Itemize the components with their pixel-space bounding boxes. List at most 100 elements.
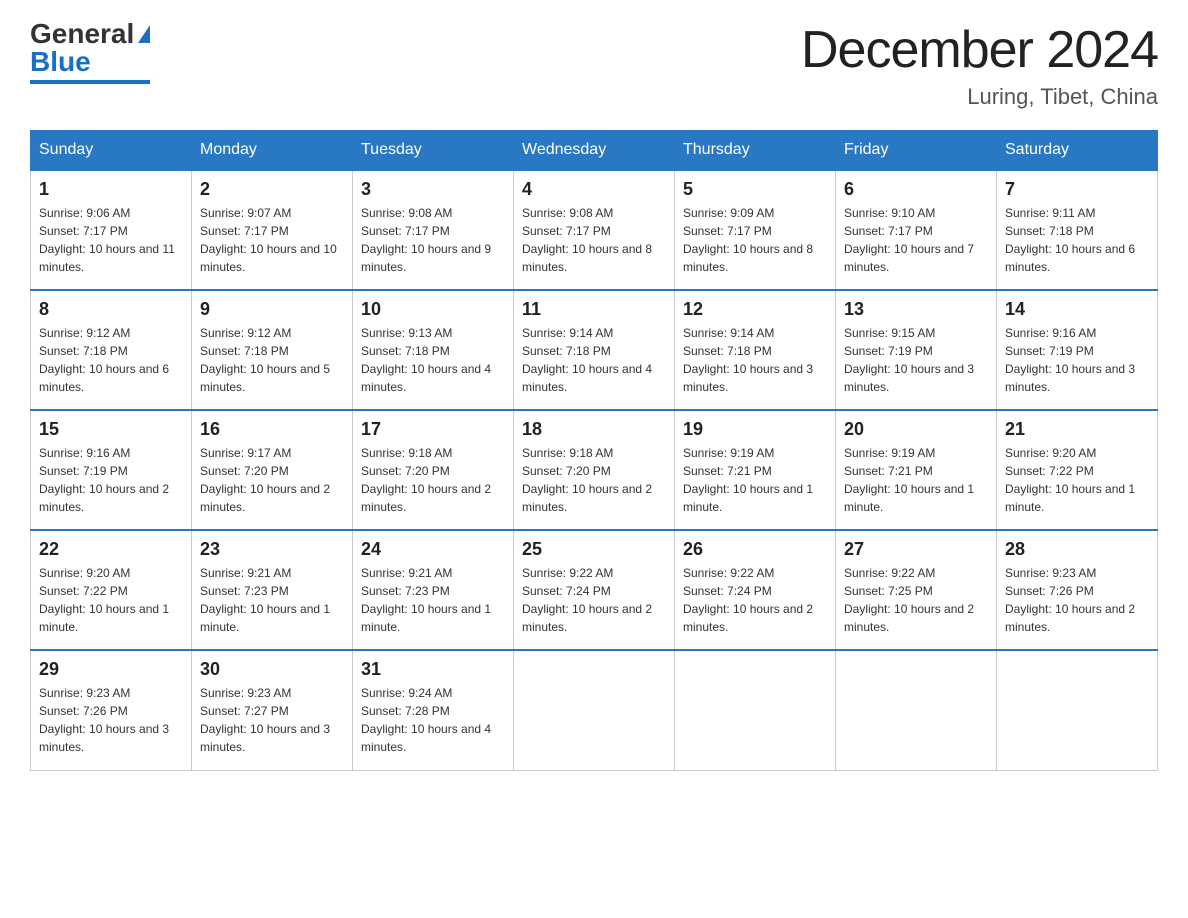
day-number: 11 <box>522 299 666 320</box>
day-info: Sunrise: 9:07 AM Sunset: 7:17 PM Dayligh… <box>200 204 344 276</box>
day-number: 20 <box>844 419 988 440</box>
day-info: Sunrise: 9:16 AM Sunset: 7:19 PM Dayligh… <box>39 444 183 516</box>
day-number: 8 <box>39 299 183 320</box>
calendar-cell: 13 Sunrise: 9:15 AM Sunset: 7:19 PM Dayl… <box>836 290 997 410</box>
calendar-cell: 10 Sunrise: 9:13 AM Sunset: 7:18 PM Dayl… <box>353 290 514 410</box>
day-number: 27 <box>844 539 988 560</box>
day-number: 23 <box>200 539 344 560</box>
day-number: 30 <box>200 659 344 680</box>
calendar-cell: 24 Sunrise: 9:21 AM Sunset: 7:23 PM Dayl… <box>353 530 514 650</box>
calendar-week-row: 15 Sunrise: 9:16 AM Sunset: 7:19 PM Dayl… <box>31 410 1158 530</box>
day-number: 13 <box>844 299 988 320</box>
day-number: 10 <box>361 299 505 320</box>
day-number: 17 <box>361 419 505 440</box>
day-info: Sunrise: 9:12 AM Sunset: 7:18 PM Dayligh… <box>200 324 344 396</box>
logo-underline <box>30 80 150 84</box>
day-info: Sunrise: 9:06 AM Sunset: 7:17 PM Dayligh… <box>39 204 183 276</box>
calendar-cell: 8 Sunrise: 9:12 AM Sunset: 7:18 PM Dayli… <box>31 290 192 410</box>
day-info: Sunrise: 9:18 AM Sunset: 7:20 PM Dayligh… <box>361 444 505 516</box>
day-number: 16 <box>200 419 344 440</box>
day-number: 7 <box>1005 179 1149 200</box>
day-number: 6 <box>844 179 988 200</box>
day-info: Sunrise: 9:21 AM Sunset: 7:23 PM Dayligh… <box>361 564 505 636</box>
day-number: 3 <box>361 179 505 200</box>
calendar-cell: 22 Sunrise: 9:20 AM Sunset: 7:22 PM Dayl… <box>31 530 192 650</box>
day-info: Sunrise: 9:12 AM Sunset: 7:18 PM Dayligh… <box>39 324 183 396</box>
header-thursday: Thursday <box>675 131 836 171</box>
logo-triangle-icon <box>138 25 150 43</box>
calendar-cell: 26 Sunrise: 9:22 AM Sunset: 7:24 PM Dayl… <box>675 530 836 650</box>
calendar-cell: 5 Sunrise: 9:09 AM Sunset: 7:17 PM Dayli… <box>675 170 836 290</box>
calendar-week-row: 22 Sunrise: 9:20 AM Sunset: 7:22 PM Dayl… <box>31 530 1158 650</box>
header-row: Sunday Monday Tuesday Wednesday Thursday… <box>31 131 1158 171</box>
calendar-cell: 11 Sunrise: 9:14 AM Sunset: 7:18 PM Dayl… <box>514 290 675 410</box>
calendar-title: December 2024 <box>801 20 1158 80</box>
day-number: 21 <box>1005 419 1149 440</box>
day-info: Sunrise: 9:09 AM Sunset: 7:17 PM Dayligh… <box>683 204 827 276</box>
header-monday: Monday <box>192 131 353 171</box>
day-info: Sunrise: 9:13 AM Sunset: 7:18 PM Dayligh… <box>361 324 505 396</box>
day-info: Sunrise: 9:15 AM Sunset: 7:19 PM Dayligh… <box>844 324 988 396</box>
header-saturday: Saturday <box>997 131 1158 171</box>
day-number: 22 <box>39 539 183 560</box>
title-section: December 2024 Luring, Tibet, China <box>801 20 1158 110</box>
header-friday: Friday <box>836 131 997 171</box>
calendar-table: Sunday Monday Tuesday Wednesday Thursday… <box>30 130 1158 771</box>
calendar-body: 1 Sunrise: 9:06 AM Sunset: 7:17 PM Dayli… <box>31 170 1158 770</box>
calendar-week-row: 1 Sunrise: 9:06 AM Sunset: 7:17 PM Dayli… <box>31 170 1158 290</box>
calendar-cell: 25 Sunrise: 9:22 AM Sunset: 7:24 PM Dayl… <box>514 530 675 650</box>
day-info: Sunrise: 9:16 AM Sunset: 7:19 PM Dayligh… <box>1005 324 1149 396</box>
calendar-week-row: 8 Sunrise: 9:12 AM Sunset: 7:18 PM Dayli… <box>31 290 1158 410</box>
day-info: Sunrise: 9:23 AM Sunset: 7:27 PM Dayligh… <box>200 684 344 756</box>
day-info: Sunrise: 9:08 AM Sunset: 7:17 PM Dayligh… <box>361 204 505 276</box>
day-number: 9 <box>200 299 344 320</box>
calendar-cell: 2 Sunrise: 9:07 AM Sunset: 7:17 PM Dayli… <box>192 170 353 290</box>
page-header: General Blue December 2024 Luring, Tibet… <box>30 20 1158 110</box>
calendar-cell: 12 Sunrise: 9:14 AM Sunset: 7:18 PM Dayl… <box>675 290 836 410</box>
day-info: Sunrise: 9:22 AM Sunset: 7:24 PM Dayligh… <box>683 564 827 636</box>
day-info: Sunrise: 9:18 AM Sunset: 7:20 PM Dayligh… <box>522 444 666 516</box>
day-info: Sunrise: 9:19 AM Sunset: 7:21 PM Dayligh… <box>844 444 988 516</box>
day-info: Sunrise: 9:17 AM Sunset: 7:20 PM Dayligh… <box>200 444 344 516</box>
day-number: 2 <box>200 179 344 200</box>
day-info: Sunrise: 9:20 AM Sunset: 7:22 PM Dayligh… <box>1005 444 1149 516</box>
day-number: 15 <box>39 419 183 440</box>
calendar-cell: 16 Sunrise: 9:17 AM Sunset: 7:20 PM Dayl… <box>192 410 353 530</box>
day-number: 14 <box>1005 299 1149 320</box>
calendar-cell: 19 Sunrise: 9:19 AM Sunset: 7:21 PM Dayl… <box>675 410 836 530</box>
calendar-cell: 28 Sunrise: 9:23 AM Sunset: 7:26 PM Dayl… <box>997 530 1158 650</box>
day-number: 5 <box>683 179 827 200</box>
day-number: 19 <box>683 419 827 440</box>
day-number: 31 <box>361 659 505 680</box>
logo-general-text: General <box>30 20 134 48</box>
day-number: 12 <box>683 299 827 320</box>
calendar-cell <box>997 650 1158 770</box>
calendar-cell: 9 Sunrise: 9:12 AM Sunset: 7:18 PM Dayli… <box>192 290 353 410</box>
day-number: 25 <box>522 539 666 560</box>
calendar-cell: 14 Sunrise: 9:16 AM Sunset: 7:19 PM Dayl… <box>997 290 1158 410</box>
calendar-cell: 31 Sunrise: 9:24 AM Sunset: 7:28 PM Dayl… <box>353 650 514 770</box>
calendar-cell: 1 Sunrise: 9:06 AM Sunset: 7:17 PM Dayli… <box>31 170 192 290</box>
day-number: 26 <box>683 539 827 560</box>
calendar-cell: 6 Sunrise: 9:10 AM Sunset: 7:17 PM Dayli… <box>836 170 997 290</box>
calendar-cell: 18 Sunrise: 9:18 AM Sunset: 7:20 PM Dayl… <box>514 410 675 530</box>
calendar-cell: 30 Sunrise: 9:23 AM Sunset: 7:27 PM Dayl… <box>192 650 353 770</box>
day-info: Sunrise: 9:11 AM Sunset: 7:18 PM Dayligh… <box>1005 204 1149 276</box>
calendar-cell <box>836 650 997 770</box>
calendar-cell: 17 Sunrise: 9:18 AM Sunset: 7:20 PM Dayl… <box>353 410 514 530</box>
calendar-cell: 21 Sunrise: 9:20 AM Sunset: 7:22 PM Dayl… <box>997 410 1158 530</box>
calendar-cell: 4 Sunrise: 9:08 AM Sunset: 7:17 PM Dayli… <box>514 170 675 290</box>
header-wednesday: Wednesday <box>514 131 675 171</box>
logo: General Blue <box>30 20 150 84</box>
calendar-week-row: 29 Sunrise: 9:23 AM Sunset: 7:26 PM Dayl… <box>31 650 1158 770</box>
day-info: Sunrise: 9:22 AM Sunset: 7:24 PM Dayligh… <box>522 564 666 636</box>
day-number: 29 <box>39 659 183 680</box>
day-info: Sunrise: 9:14 AM Sunset: 7:18 PM Dayligh… <box>522 324 666 396</box>
day-info: Sunrise: 9:23 AM Sunset: 7:26 PM Dayligh… <box>1005 564 1149 636</box>
day-info: Sunrise: 9:10 AM Sunset: 7:17 PM Dayligh… <box>844 204 988 276</box>
calendar-cell: 27 Sunrise: 9:22 AM Sunset: 7:25 PM Dayl… <box>836 530 997 650</box>
calendar-subtitle: Luring, Tibet, China <box>801 84 1158 110</box>
day-number: 24 <box>361 539 505 560</box>
calendar-cell: 20 Sunrise: 9:19 AM Sunset: 7:21 PM Dayl… <box>836 410 997 530</box>
header-sunday: Sunday <box>31 131 192 171</box>
